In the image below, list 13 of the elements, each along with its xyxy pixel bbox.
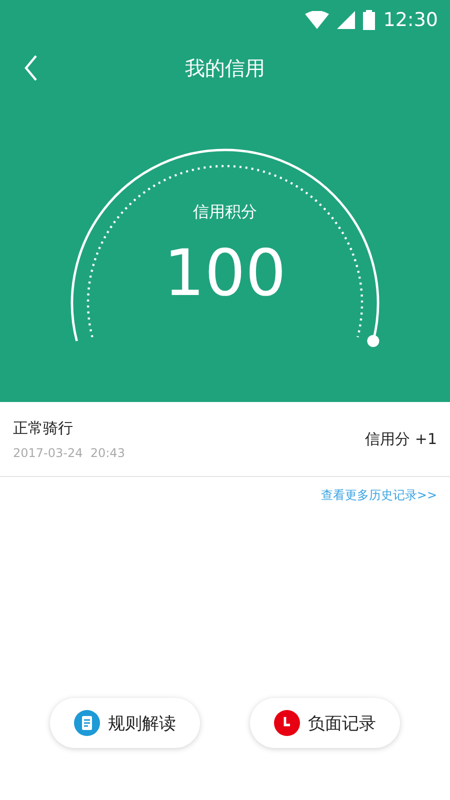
clock-time: 12:30 (383, 9, 438, 31)
page-title: 我的信用 (185, 54, 265, 82)
score-label: 信用积分 (193, 202, 257, 223)
wifi-icon (305, 11, 330, 29)
record-title: 正常骑行 (13, 418, 74, 438)
rules-button[interactable]: 规则解读 (50, 698, 200, 748)
credit-score: 100 (164, 236, 286, 312)
records-button[interactable]: 负面记录 (250, 698, 400, 748)
score-change: 信用分 +1 (365, 430, 437, 448)
battery-icon (363, 10, 376, 30)
signal-icon (337, 11, 356, 29)
record-time: 2017-03-24 20:43 (13, 446, 125, 460)
gauge-marker (367, 335, 380, 347)
